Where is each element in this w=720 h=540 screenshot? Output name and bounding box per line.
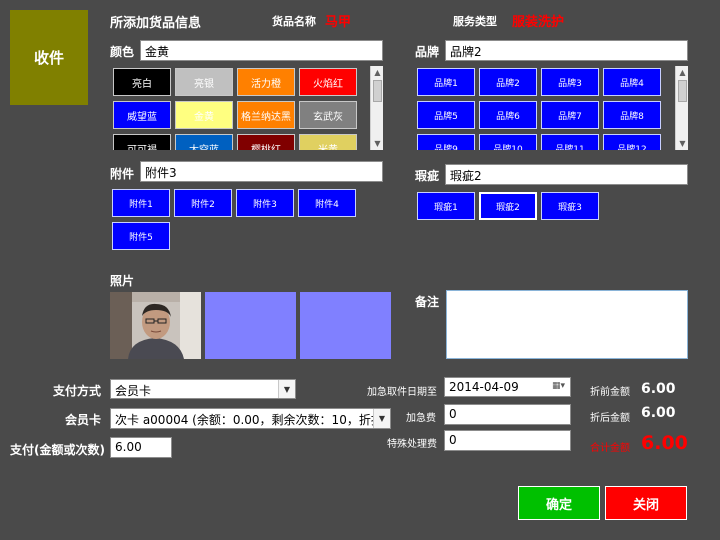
brand-option[interactable]: 品牌5 (417, 101, 475, 129)
urgent-fee-input[interactable]: 0 (444, 404, 571, 425)
color-option[interactable]: 亮银 (175, 68, 233, 96)
brand-option[interactable]: 品牌9 (417, 134, 475, 150)
attachment-option[interactable]: 附件3 (236, 189, 294, 217)
remark-label: 备注 (415, 295, 440, 309)
urgent-date-label: 加急取件日期至 (367, 387, 437, 398)
flaw-option[interactable]: 瑕疵1 (417, 192, 475, 220)
member-card-label: 会员卡 (65, 413, 102, 427)
total-value: 6.00 (641, 432, 688, 454)
scroll-thumb[interactable] (373, 80, 382, 102)
color-option[interactable]: 樱桃红 (237, 134, 295, 150)
brand-option[interactable]: 品牌3 (541, 68, 599, 96)
photo-slot-2[interactable] (205, 292, 296, 359)
payment-method-value: 会员卡 (115, 384, 152, 398)
color-scrollbar[interactable]: ▲ ▼ (370, 66, 383, 150)
payment-method-select[interactable]: 会员卡 ▼ (110, 379, 296, 399)
brand-option[interactable]: 品牌8 (603, 101, 661, 129)
dropdown-arrow-icon[interactable]: ▼ (373, 409, 390, 428)
brand-option[interactable]: 品牌4 (603, 68, 661, 96)
service-type-label: 服务类型 (453, 15, 497, 28)
color-option[interactable]: 亮白 (113, 68, 171, 96)
payment-method-label: 支付方式 (53, 384, 102, 398)
total-label: 合计金额 (590, 443, 630, 454)
brand-option[interactable]: 品牌7 (541, 101, 599, 129)
brand-scrollbar[interactable]: ▲ ▼ (675, 66, 688, 150)
attachment-label: 附件 (110, 167, 135, 181)
brand-option[interactable]: 品牌1 (417, 68, 475, 96)
flaw-grid: 瑕疵1 瑕疵2 瑕疵3 (415, 191, 615, 223)
attachment-grid: 附件1 附件2 附件3 附件4 附件5 (110, 188, 370, 254)
goods-name-value: 马甲 (325, 15, 352, 30)
scroll-down-icon[interactable]: ▼ (371, 137, 383, 150)
attachment-option[interactable]: 附件2 (174, 189, 232, 217)
person-photo-image (110, 292, 201, 359)
brand-option[interactable]: 品牌2 (479, 68, 537, 96)
scroll-up-icon[interactable]: ▲ (371, 66, 383, 79)
brand-option[interactable]: 品牌12 (603, 134, 661, 150)
color-option[interactable]: 格兰纳达黑 (237, 101, 295, 129)
color-option[interactable]: 金黄 (175, 101, 233, 129)
calendar-icon[interactable]: ▦▾ (552, 381, 567, 393)
color-label: 颜色 (110, 45, 135, 59)
photo-slot-3[interactable] (300, 292, 391, 359)
color-option[interactable]: 活力橙 (237, 68, 295, 96)
brand-grid: 品牌1 品牌2 品牌3 品牌4 品牌5 品牌6 品牌7 品牌8 品牌9 品牌10 品牌11 品牌12 … (415, 66, 688, 150)
receive-button[interactable]: 收件 (10, 10, 88, 105)
pay-amount-label: 支付(金额或次数) (10, 443, 105, 457)
flaw-input[interactable]: 瑕疵2 (445, 164, 688, 185)
pay-amount-input[interactable]: 6.00 (110, 437, 172, 458)
close-button[interactable]: 关闭 (605, 486, 687, 520)
photo-label: 照片 (110, 274, 135, 288)
before-discount-value: 6.00 (641, 381, 676, 397)
attachment-option[interactable]: 附件5 (112, 222, 170, 250)
person-photo[interactable] (110, 292, 201, 359)
color-option[interactable]: 火焰红 (299, 68, 357, 96)
urgent-date-picker[interactable]: 2014-04-09 ▦▾ (444, 377, 571, 397)
flaw-option[interactable]: 瑕疵3 (541, 192, 599, 220)
after-discount-value: 6.00 (641, 405, 676, 421)
brand-label: 品牌 (415, 45, 440, 59)
color-option[interactable]: 玄武灰 (299, 101, 357, 129)
goods-name-label: 货品名称 (272, 15, 316, 28)
attachment-option[interactable]: 附件4 (298, 189, 356, 217)
confirm-button[interactable]: 确定 (518, 486, 600, 520)
before-discount-label: 折前金额 (590, 387, 630, 398)
brand-option[interactable]: 品牌11 (541, 134, 599, 150)
brand-option[interactable]: 品牌6 (479, 101, 537, 129)
member-card-value: 次卡 a00004 (余额：0.00，剩余次数：10，折扣：1. (115, 413, 391, 427)
color-grid: 亮白 亮银 活力橙 火焰红威望蓝 金黄 格兰纳达黑 玄武灰可可褐 太空蓝 樱桃红 米黄 ▲ ▼ (110, 66, 383, 150)
remark-textarea[interactable] (446, 290, 688, 359)
dropdown-arrow-icon[interactable]: ▼ (278, 380, 295, 398)
member-card-select[interactable]: 次卡 a00004 (余额：0.00，剩余次数：10，折扣：1. ▼ (110, 408, 391, 429)
flaw-label: 瑕疵 (415, 169, 440, 183)
color-option[interactable]: 太空蓝 (175, 134, 233, 150)
scroll-thumb[interactable] (678, 80, 687, 102)
scroll-up-icon[interactable]: ▲ (676, 66, 688, 79)
after-discount-label: 折后金额 (590, 413, 630, 424)
urgent-fee-label: 加急费 (406, 413, 436, 424)
attachment-input[interactable]: 附件3 (140, 161, 383, 182)
color-option[interactable]: 米黄 (299, 134, 357, 150)
service-type-value: 服装洗护 (512, 15, 565, 30)
color-input[interactable]: 金黄 (140, 40, 383, 61)
brand-input[interactable]: 品牌2 (445, 40, 688, 61)
color-option[interactable]: 威望蓝 (113, 101, 171, 129)
section-title: 所添加货品信息 (110, 16, 202, 31)
special-fee-label: 特殊处理费 (387, 439, 437, 450)
special-fee-input[interactable]: 0 (444, 430, 571, 451)
brand-option[interactable]: 品牌10 (479, 134, 537, 150)
attachment-option[interactable]: 附件1 (112, 189, 170, 217)
scroll-down-icon[interactable]: ▼ (676, 137, 688, 150)
color-option[interactable]: 可可褐 (113, 134, 171, 150)
flaw-option[interactable]: 瑕疵2 (479, 192, 537, 220)
urgent-date-value: 2014-04-09 (449, 380, 519, 394)
